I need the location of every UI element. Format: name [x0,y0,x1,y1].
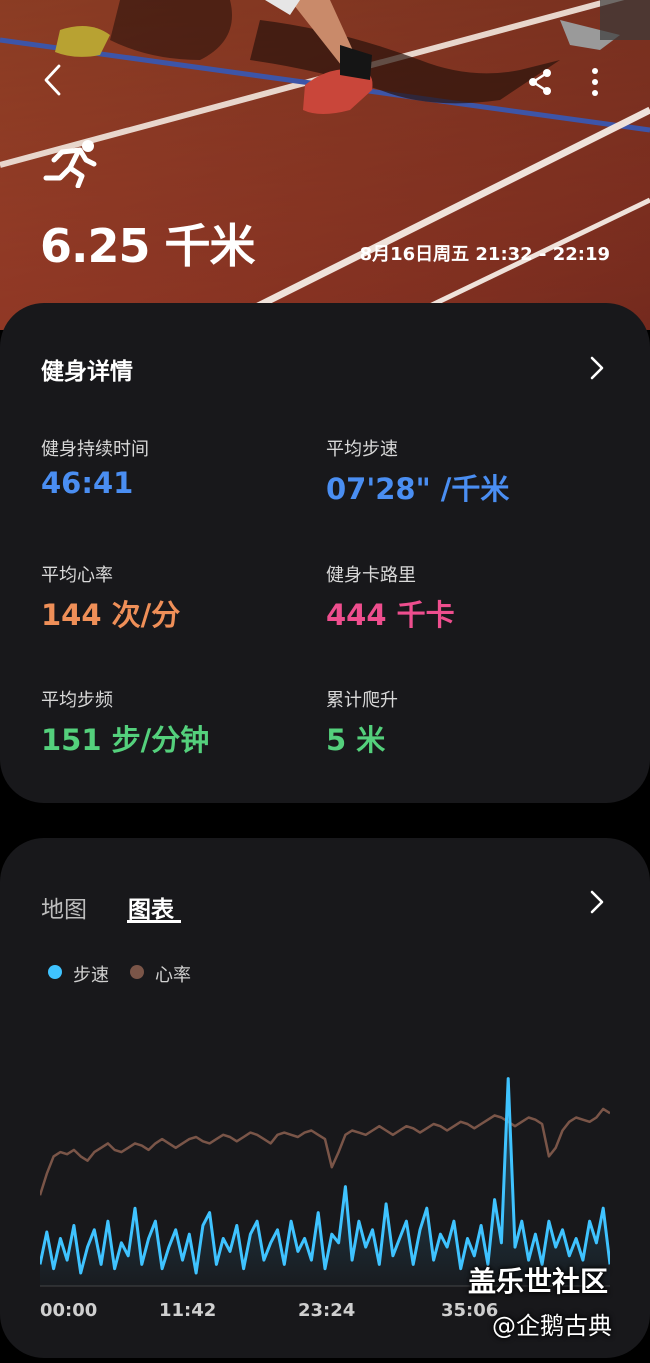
workout-date-time: 8月16日周五 21:32 - 22:19 [359,244,610,265]
heart-rate-series-line [40,1107,610,1196]
back-button[interactable] [32,60,72,100]
x-tick-label: 35:06 [441,1300,499,1321]
distance-value: 6.25 千米 [40,219,256,273]
tab-chart[interactable]: 图表 [128,890,174,924]
hero-banner: 6.25 千米 8月16日周五 21:32 - 22:19 [0,0,650,330]
stat-avg-heart-rate-label: 平均心率 [41,565,113,586]
tab-map[interactable]: 地图 [41,890,87,924]
legend-label-heart-rate: 心率 [155,965,191,986]
more-button[interactable] [575,62,615,102]
watermark-community: 盖乐世社区 [468,1265,609,1298]
share-icon [529,69,551,95]
stat-calories-value: 444 千卡 [326,598,455,632]
stat-cadence-label: 平均步频 [41,690,113,711]
more-vertical-icon [592,68,598,96]
pace-heart-rate-chart [40,1077,610,1287]
running-person-icon [43,140,97,188]
details-title[interactable]: 健身详情 [41,352,133,386]
chevron-right-icon[interactable] [587,888,607,916]
stat-elevation-gain-label: 累计爬升 [326,690,398,711]
tab-chart-underline [127,920,181,923]
stat-avg-pace-value: 07'28" /千米 [326,472,510,506]
chevron-right-icon[interactable] [587,354,607,382]
stat-duration-label: 健身持续时间 [41,439,149,460]
stat-duration-value: 46:41 [41,466,134,500]
back-chevron-icon [44,64,61,96]
pace-series-line [40,1077,610,1275]
x-tick-label: 11:42 [159,1300,217,1321]
stat-elevation-gain-value: 5 米 [326,723,386,757]
pace-area [40,1078,610,1286]
x-tick-label: 00:00 [40,1300,98,1321]
legend-dot-heart-rate [130,965,144,979]
stat-avg-heart-rate-value: 144 次/分 [41,598,181,632]
share-button[interactable] [520,62,560,102]
stat-avg-pace-label: 平均步速 [326,439,398,460]
stat-cadence-value: 151 步/分钟 [41,723,210,757]
stat-calories-label: 健身卡路里 [326,565,416,586]
legend-label-pace: 步速 [73,965,109,986]
watermark-author: @企鹅古典 [492,1312,612,1340]
x-tick-label: 23:24 [298,1300,356,1321]
legend-dot-pace [48,965,62,979]
